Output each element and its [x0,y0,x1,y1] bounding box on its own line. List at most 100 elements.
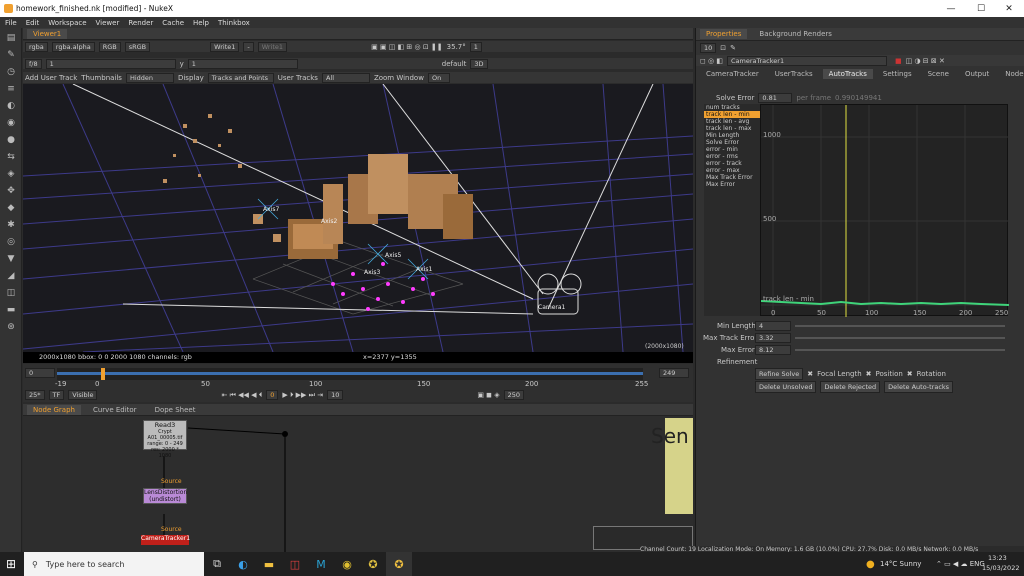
delete-autotracks-button[interactable]: Delete Auto-tracks [884,381,954,393]
tf-select[interactable]: TF [48,390,65,400]
in-point-field[interactable]: 0 [25,368,55,378]
list-item[interactable]: Solve Error [704,139,760,146]
a-input-select[interactable]: Write1 [210,41,240,52]
thumbnails-select[interactable]: Hidden [125,72,174,83]
list-item[interactable]: track len - min [704,111,760,118]
display-mode-select[interactable]: RGB [98,41,121,52]
visible-select[interactable]: Visible [68,390,98,400]
rotation-checkbox[interactable]: ✖ [907,370,913,378]
node-color-icon[interactable]: ■ [895,57,902,65]
refine-solve-button[interactable]: Refine Solve [755,368,804,380]
furnace-tool-icon[interactable]: ⊛ [4,321,18,333]
a-operation-select[interactable]: - [243,41,254,52]
end-frame-field[interactable]: 250 [503,390,525,400]
out-point-field[interactable]: 249 [659,368,689,378]
max-track-error-slider[interactable] [795,337,1005,339]
timeline-icons[interactable]: ▣ ◼ ◈ [477,391,499,399]
min-length-slider[interactable] [795,325,1005,327]
tab-node[interactable]: Node [999,69,1024,79]
viewer-icons[interactable]: ▣ ▣ ◫ ◧ ⊞ ◎ ⊡ ❚❚ [371,43,443,51]
tab-output[interactable]: Output [959,69,995,79]
weather-text[interactable]: 14°C Sunny [880,560,921,568]
pencil-icon[interactable]: ✎ [730,44,736,52]
keyer-tool-icon[interactable]: ● [4,134,18,146]
file-explorer-icon[interactable]: ▬ [256,552,282,576]
lensdistortion-node[interactable]: LensDistortion (undistort) [143,488,187,504]
max-track-error-field[interactable]: 3.32 [755,333,791,343]
gamma-field[interactable]: 1 [187,58,298,69]
curve-list[interactable]: num tracks track len - min track len - a… [704,104,760,316]
delete-unsolved-button[interactable]: Delete Unsolved [755,381,817,393]
tab-usertracks[interactable]: UserTracks [769,69,819,79]
playhead[interactable] [101,368,105,380]
alpha-select[interactable]: rgba.alpha [51,41,95,52]
draw-tool-icon[interactable]: ✎ [4,49,18,61]
minimize-button[interactable]: — [936,0,966,17]
fps-select[interactable]: 25* [25,390,45,400]
list-item[interactable]: Max Track Error [704,174,760,181]
tab-autotracks[interactable]: AutoTracks [822,68,873,79]
app-icon[interactable]: M [308,552,334,576]
particles-tool-icon[interactable]: ✱ [4,219,18,231]
toolsets-tool-icon[interactable]: ◫ [4,287,18,299]
list-item[interactable]: track len - max [704,125,760,132]
close-button[interactable]: ✕ [994,0,1024,17]
menu-render[interactable]: Render [128,19,153,27]
frame-field[interactable]: 0 [266,390,279,400]
filter-tool-icon[interactable]: ◉ [4,117,18,129]
header-buttons[interactable]: ◫ ◑ ⊟ ⊠ ✕ [906,57,945,65]
tab-dope-sheet[interactable]: Dope Sheet [149,405,202,415]
nukex-taskbar-icon[interactable]: ✪ [386,552,412,576]
node-name-field[interactable]: CameraTracker1 [726,55,887,66]
list-item[interactable]: error - track [704,160,760,167]
list-item[interactable]: Max Error [704,181,760,188]
layers-tool-icon[interactable]: ◈ [4,168,18,180]
view-mode-select[interactable]: 3D [470,58,488,69]
menu-thinkbox[interactable]: Thinkbox [218,19,250,27]
store-icon[interactable]: ◫ [282,552,308,576]
tab-node-graph[interactable]: Node Graph [27,404,81,415]
windows-start-icon[interactable]: ⊞ [6,558,18,570]
tab-viewer1[interactable]: Viewer1 [27,28,68,39]
list-item[interactable]: Min Length [704,132,760,139]
time-tool-icon[interactable]: ◷ [4,66,18,78]
clock-date[interactable]: 15/03/2022 [982,564,1019,572]
b-input-select[interactable]: Write1 [257,41,288,52]
node-header-icons[interactable]: ◻ ◎ ◧ [700,57,723,65]
3d-viewport[interactable]: Axis7 Axis2 Axis5 Axis1 Axis3 Camera1 (2… [23,84,693,352]
menu-viewer[interactable]: Viewer [96,19,120,27]
color-tool-icon[interactable]: ◐ [4,100,18,112]
image-tool-icon[interactable]: ▤ [4,32,18,44]
deep-tool-icon[interactable]: ◎ [4,236,18,248]
taskbar-search[interactable]: ⚲ Type here to search [24,552,204,576]
tab-curve-editor[interactable]: Curve Editor [87,405,143,415]
proxy-select[interactable]: 1 [469,41,482,52]
list-item[interactable]: error - rms [704,153,760,160]
position-checkbox[interactable]: ✖ [866,370,872,378]
menu-edit[interactable]: Edit [26,19,40,27]
task-view-icon[interactable]: ⧉ [204,552,230,576]
user-tracks-select[interactable]: All [321,72,370,83]
read-node[interactable]: Read3 Crypt A01_00005.tif range: 0 - 249… [143,420,187,459]
nuke-taskbar-icon[interactable]: ✪ [360,552,386,576]
add-user-track-button[interactable]: Add User Track [25,74,77,82]
maximize-button[interactable]: ☐ [966,0,996,17]
channels-select[interactable]: rgba [25,41,48,52]
tab-properties[interactable]: Properties [700,29,748,39]
transform-tool-icon[interactable]: ✥ [4,185,18,197]
list-item[interactable]: error - min [704,146,760,153]
tab-scene[interactable]: Scene [922,69,955,79]
autotracks-graph[interactable]: 1000 500 track len - min 0 50 100 150 20… [760,104,1010,317]
views-tool-icon[interactable]: ▼ [4,253,18,265]
menu-file[interactable]: File [5,19,17,27]
menu-workspace[interactable]: Workspace [48,19,86,27]
fstop-field[interactable]: f/8 [25,58,42,69]
zoom-window-select[interactable]: On [427,72,450,83]
merge-tool-icon[interactable]: ⇆ [4,151,18,163]
max-panels-field[interactable]: 10 [700,43,717,53]
3d-tool-icon[interactable]: ◆ [4,202,18,214]
lut-select[interactable]: sRGB [124,41,151,52]
list-item[interactable]: track len - avg [704,118,760,125]
increment-field[interactable]: 10 [327,390,344,400]
min-length-field[interactable]: 4 [755,321,791,331]
